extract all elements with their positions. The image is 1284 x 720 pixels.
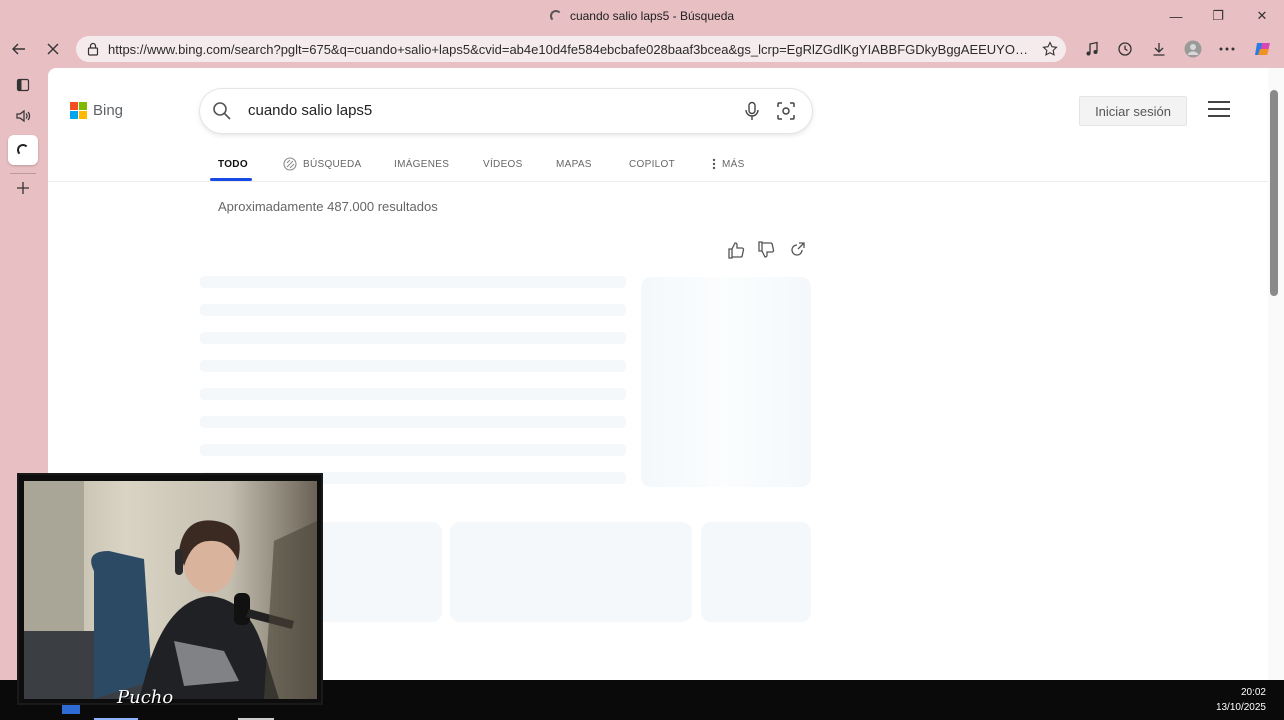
menu-hamburger-icon[interactable] bbox=[1208, 101, 1230, 119]
share-icon[interactable] bbox=[787, 240, 807, 260]
more-vertical-icon bbox=[712, 158, 716, 170]
tab-copilot[interactable]: COPILOT bbox=[629, 154, 675, 174]
tab-videos[interactable]: VÍDEOS bbox=[483, 154, 523, 174]
copilot-icon bbox=[1255, 43, 1270, 55]
skeleton-card bbox=[641, 277, 811, 487]
url-text: https://www.bing.com/search?pglt=675&q=c… bbox=[108, 41, 1028, 57]
skeleton-card bbox=[701, 522, 811, 622]
skeleton-line bbox=[200, 304, 626, 316]
search-input[interactable]: cuando salio laps5 bbox=[248, 102, 372, 119]
history-button[interactable] bbox=[1111, 36, 1139, 62]
skeleton-line bbox=[200, 276, 626, 288]
window-title: cuando salio laps5 - Búsqueda bbox=[569, 9, 735, 23]
clock-date: 13/10/2025 bbox=[1215, 702, 1266, 713]
skeleton-line bbox=[200, 332, 626, 344]
arrow-left-icon bbox=[12, 43, 25, 55]
tab-busqueda-label: BÚSQUEDA bbox=[303, 158, 362, 170]
active-tab-button[interactable] bbox=[8, 135, 38, 165]
microsoft-logo-icon bbox=[70, 102, 87, 119]
active-tab-indicator bbox=[210, 178, 252, 181]
tab-busqueda[interactable]: BÚSQUEDA bbox=[283, 154, 362, 174]
plus-icon bbox=[17, 182, 29, 194]
webcam-overlay: Pucho bbox=[17, 473, 323, 708]
webcam-feed-image bbox=[24, 481, 317, 699]
search-box[interactable]: cuando salio laps5 bbox=[200, 89, 812, 133]
lock-icon bbox=[87, 42, 99, 56]
avatar-icon bbox=[1184, 40, 1202, 58]
bing-logo[interactable]: Bing bbox=[70, 102, 123, 119]
history-icon bbox=[1118, 42, 1132, 56]
skeleton-line bbox=[200, 416, 626, 428]
tab-imagenes[interactable]: IMÁGENES bbox=[394, 154, 449, 174]
settings-more-button[interactable] bbox=[1213, 36, 1241, 62]
read-aloud-button[interactable] bbox=[1078, 36, 1106, 62]
new-tab-button[interactable] bbox=[8, 173, 38, 203]
clock-time: 20:02 bbox=[1240, 687, 1266, 698]
window-titlebar: cuando salio laps5 - Búsqueda — ❐ ✕ bbox=[0, 0, 1284, 32]
tabs-icon bbox=[16, 78, 30, 92]
restore-button[interactable]: ❐ bbox=[1198, 4, 1238, 28]
thumbs-up-icon[interactable] bbox=[726, 240, 746, 260]
downloads-button[interactable] bbox=[1145, 36, 1173, 62]
copilot-search-icon bbox=[283, 157, 297, 171]
profile-button[interactable] bbox=[1179, 36, 1207, 62]
tab-mas-label: MÁS bbox=[722, 158, 745, 170]
loading-spinner-icon bbox=[17, 144, 29, 156]
streamer-logo: Pucho bbox=[117, 687, 174, 708]
tab-todo[interactable]: TODO bbox=[218, 154, 248, 174]
favorite-star-icon[interactable] bbox=[1042, 41, 1058, 57]
tab-actions-button[interactable] bbox=[8, 70, 38, 100]
system-clock[interactable]: 20:02 13/10/2025 bbox=[1216, 685, 1266, 715]
visual-search-icon[interactable] bbox=[776, 101, 796, 121]
tab-mapas[interactable]: MAPAS bbox=[556, 154, 592, 174]
speaker-icon bbox=[16, 109, 31, 123]
bing-logo-text: Bing bbox=[93, 102, 124, 119]
skeleton-line bbox=[200, 444, 626, 456]
microphone-icon[interactable] bbox=[744, 101, 760, 121]
thumbs-down-icon[interactable] bbox=[756, 240, 776, 260]
tab-mas[interactable]: MÁS bbox=[712, 154, 745, 174]
close-window-button[interactable]: ✕ bbox=[1242, 4, 1282, 28]
signin-button[interactable]: Iniciar sesión bbox=[1079, 96, 1187, 126]
back-button[interactable] bbox=[5, 36, 33, 62]
address-bar[interactable]: https://www.bing.com/search?pglt=675&q=c… bbox=[76, 36, 1066, 62]
audio-tab-button[interactable] bbox=[8, 101, 38, 131]
loading-spinner-icon bbox=[549, 10, 562, 22]
skeleton-line bbox=[200, 388, 626, 400]
skeleton-card bbox=[450, 522, 692, 622]
copilot-button[interactable] bbox=[1249, 36, 1277, 62]
close-icon bbox=[47, 43, 59, 55]
scrollbar-thumb[interactable] bbox=[1270, 90, 1278, 296]
search-icon[interactable] bbox=[212, 101, 232, 121]
stop-loading-button[interactable] bbox=[39, 36, 67, 62]
browser-toolbar: https://www.bing.com/search?pglt=675&q=c… bbox=[0, 32, 1284, 66]
more-horizontal-icon bbox=[1219, 47, 1235, 51]
result-count: Aproximadamente 487.000 resultados bbox=[218, 199, 438, 214]
search-nav-tabs: TODO BÚSQUEDA IMÁGENES VÍDEOS MAPAS COPI… bbox=[48, 148, 1268, 182]
minimize-button[interactable]: — bbox=[1156, 4, 1196, 28]
music-note-icon bbox=[1086, 41, 1098, 56]
download-icon bbox=[1153, 43, 1165, 56]
skeleton-line bbox=[200, 360, 626, 372]
